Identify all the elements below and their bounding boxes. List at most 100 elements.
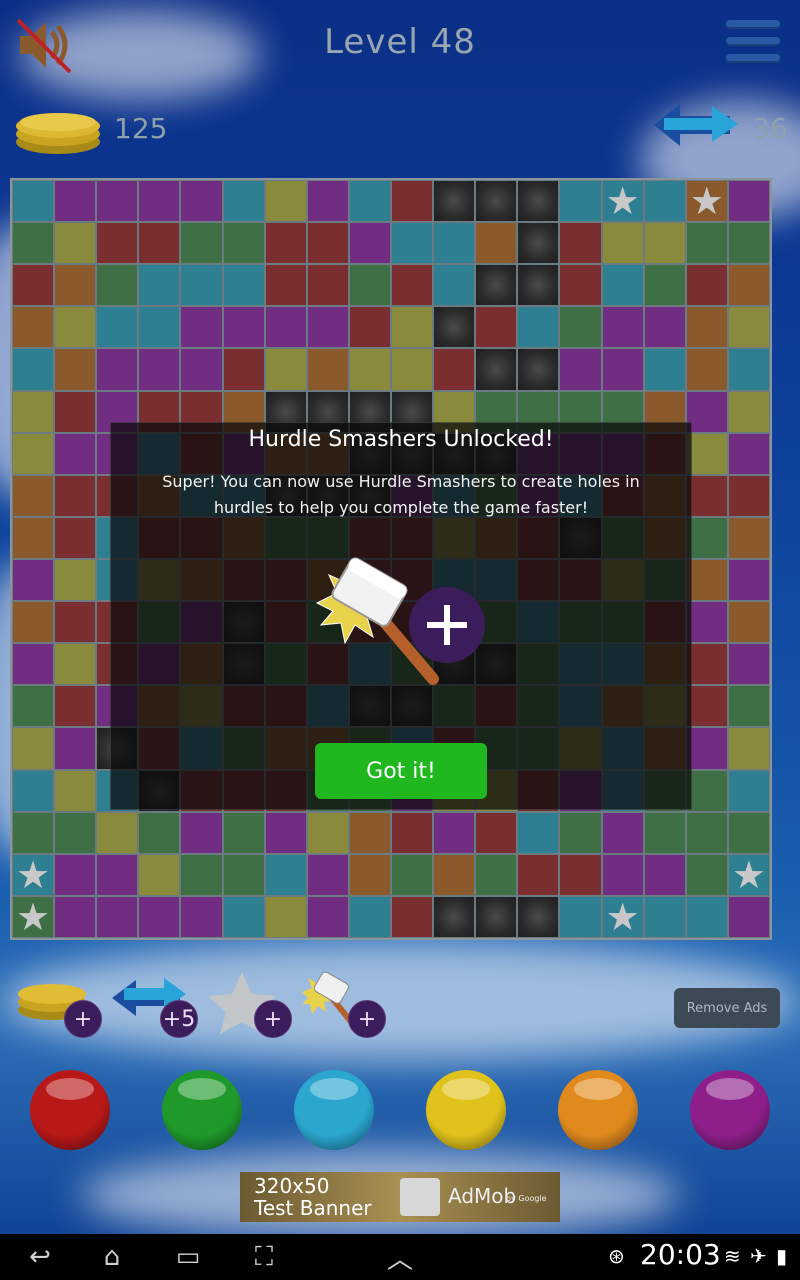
board-cell — [518, 854, 559, 895]
board-cell — [13, 181, 54, 222]
system-nav-bar: ↩ ⌂ ▭ ⛶ ︿ ⊛ 20:03 ≋ ✈ ▮ — [0, 1234, 800, 1280]
board-cell — [434, 181, 475, 222]
recent-apps-icon[interactable]: ▭ — [168, 1242, 208, 1272]
board-cell — [349, 223, 390, 264]
board-cell — [13, 896, 53, 937]
yellow-ball-button[interactable] — [426, 1070, 506, 1150]
board-cell — [181, 349, 222, 390]
board-cell — [139, 812, 180, 853]
board-cell — [518, 349, 559, 390]
board-cell — [223, 265, 264, 306]
board-cell — [13, 265, 54, 306]
coins-count: 125 — [114, 112, 168, 145]
board-cell — [55, 475, 96, 516]
red-ball-button[interactable] — [30, 1070, 110, 1150]
board-cell — [97, 349, 138, 390]
board-cell — [686, 770, 727, 811]
hammer-powerup[interactable]: + — [298, 970, 388, 1040]
menu-bar-3 — [726, 54, 780, 63]
board-cell — [223, 812, 264, 853]
board-cell — [97, 307, 138, 348]
board-cell — [518, 896, 559, 937]
board-cell — [686, 644, 727, 685]
board-cell — [686, 602, 727, 643]
board-cell — [307, 349, 348, 390]
board-cell — [434, 307, 475, 348]
board-cell — [686, 475, 727, 516]
back-icon[interactable]: ↩ — [20, 1242, 60, 1272]
ad-size-text: 320x50 — [254, 1174, 330, 1198]
airplane-icon: ✈ — [750, 1244, 767, 1268]
board-cell — [644, 265, 685, 306]
menu-bar-2 — [726, 37, 780, 46]
board-cell — [139, 854, 180, 895]
board-cell — [644, 307, 685, 348]
board-cell — [560, 223, 601, 264]
board-cell — [728, 644, 769, 685]
board-cell — [265, 812, 306, 853]
board-cell — [55, 559, 96, 601]
board-cell — [265, 896, 306, 937]
board-cell — [686, 349, 727, 390]
board-cell — [13, 475, 54, 516]
board-cell — [13, 686, 54, 727]
home-icon[interactable]: ⌂ — [92, 1242, 132, 1272]
coins-powerup[interactable]: + — [14, 970, 104, 1040]
green-ball-button[interactable] — [162, 1070, 242, 1150]
board-cell — [55, 602, 96, 643]
board-cell — [686, 391, 727, 432]
ad-banner[interactable]: 320x50 Test Banner AdMob by Google — [240, 1172, 560, 1222]
board-cell — [728, 433, 769, 474]
board-cell — [644, 349, 685, 390]
board-cell — [97, 181, 138, 222]
board-cell — [349, 307, 390, 348]
board-cell — [518, 307, 559, 348]
board-cell — [97, 854, 138, 895]
board-cell — [265, 349, 306, 390]
powerup-badge: +5 — [160, 1000, 198, 1038]
board-cell — [476, 181, 517, 222]
board-cell — [728, 728, 769, 769]
board-cell — [181, 812, 222, 853]
board-cell — [55, 349, 96, 390]
chevron-up-icon[interactable]: ︿ — [380, 1242, 420, 1275]
board-cell — [391, 812, 433, 853]
purple-ball-button[interactable] — [690, 1070, 770, 1150]
board-cell — [55, 391, 96, 432]
board-cell — [728, 223, 769, 264]
board-cell — [686, 728, 727, 769]
hammer-plus-icon — [307, 553, 507, 693]
board-cell — [560, 812, 601, 853]
board-cell — [602, 812, 643, 853]
remove-ads-button[interactable]: Remove Ads — [674, 988, 780, 1028]
board-cell — [13, 433, 54, 474]
powerup-badge: + — [64, 1000, 102, 1038]
board-cell — [307, 854, 348, 895]
board-cell — [265, 307, 306, 348]
board-cell — [55, 307, 96, 348]
board-cell — [181, 854, 222, 895]
board-cell — [307, 307, 348, 348]
screenshot-icon[interactable]: ⛶ — [244, 1242, 284, 1272]
board-cell — [602, 265, 643, 306]
board-cell — [181, 307, 222, 348]
board-cell — [728, 475, 769, 516]
star-powerup[interactable]: + — [204, 970, 294, 1040]
board-cell — [223, 181, 264, 222]
board-cell — [602, 181, 643, 221]
blue-ball-button[interactable] — [294, 1070, 374, 1150]
board-cell — [644, 181, 685, 222]
board-cell — [349, 265, 390, 306]
swap-powerup[interactable]: +5 — [110, 970, 200, 1040]
powerup-badge: + — [348, 1000, 386, 1038]
board-cell — [223, 223, 264, 264]
board-cell — [349, 896, 390, 937]
menu-button[interactable] — [726, 20, 780, 66]
got-it-button[interactable]: Got it! — [315, 743, 487, 799]
board-cell — [265, 265, 306, 306]
board-cell — [434, 223, 475, 264]
orange-ball-button[interactable] — [558, 1070, 638, 1150]
board-cell — [55, 517, 96, 558]
board-cell — [265, 181, 306, 222]
board-cell — [602, 349, 643, 390]
